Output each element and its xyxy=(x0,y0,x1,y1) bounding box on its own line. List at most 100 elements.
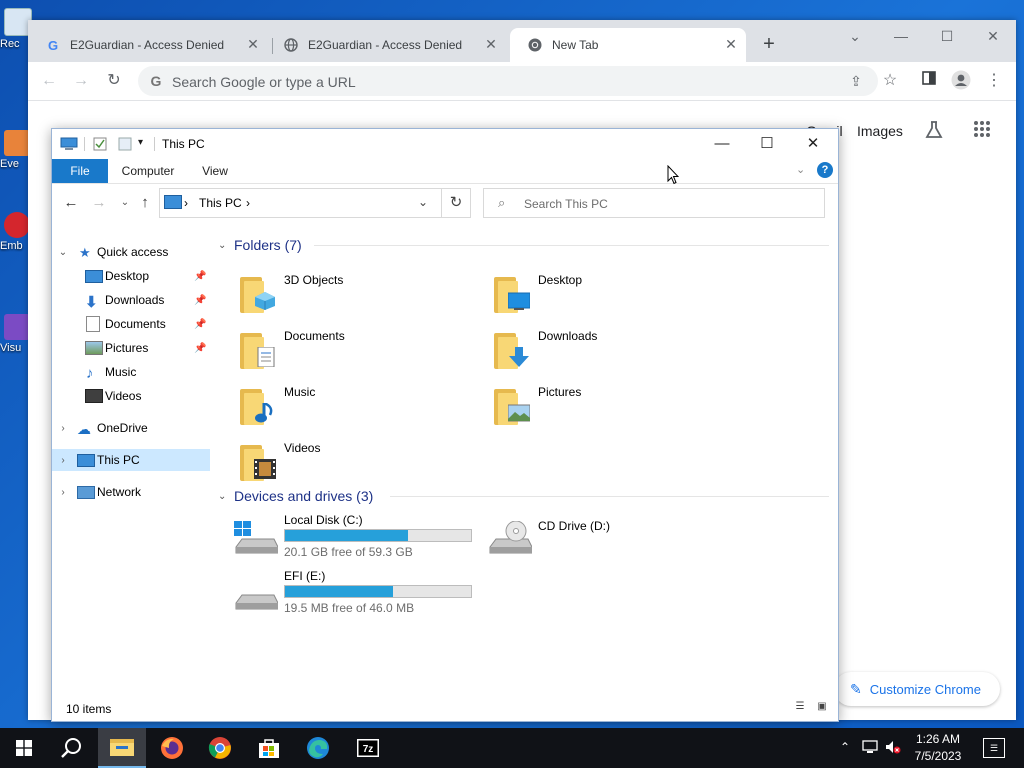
expand-chevron-icon[interactable]: › xyxy=(58,487,68,498)
chrome-tab-1[interactable]: G E2Guardian - Access Denied ✕ xyxy=(28,28,268,62)
apps-grid-icon[interactable] xyxy=(973,120,991,141)
explorer-close-icon[interactable]: ✕ xyxy=(798,133,828,155)
collapse-chevron-icon[interactable]: ⌄ xyxy=(218,491,226,502)
taskbar-firefox[interactable] xyxy=(148,728,196,768)
refresh-icon[interactable]: ↻ xyxy=(441,188,471,218)
pin-icon[interactable]: 📌 xyxy=(194,295,206,306)
taskbar-search-button[interactable] xyxy=(48,728,96,768)
show-hidden-icons-chevron-icon[interactable]: ⌃ xyxy=(840,740,850,754)
nav-item-music[interactable]: ♪ Music xyxy=(52,361,210,383)
nav-onedrive[interactable]: › ☁ OneDrive xyxy=(52,417,210,439)
up-arrow-icon[interactable]: ↑ xyxy=(136,194,154,212)
nav-item-pictures[interactable]: Pictures 📌 xyxy=(52,337,210,359)
taskbar-edge[interactable] xyxy=(294,728,342,768)
forward-arrow-icon[interactable]: → xyxy=(90,194,108,212)
bookmark-star-icon[interactable]: ☆ xyxy=(879,70,901,92)
folder-downloads[interactable]: Downloads xyxy=(492,325,742,375)
folders-group-header[interactable]: ⌄ Folders (7) xyxy=(214,235,829,255)
ribbon-tab-computer[interactable]: Computer xyxy=(112,159,184,183)
close-tab-icon[interactable]: ✕ xyxy=(246,37,260,51)
taskbar-store[interactable] xyxy=(245,728,293,768)
nav-network[interactable]: › Network xyxy=(52,481,210,503)
chrome-tab-2[interactable]: E2Guardian - Access Denied ✕ xyxy=(266,28,506,62)
tab-search-chevron-icon[interactable]: ⌄ xyxy=(844,26,866,46)
collapse-chevron-icon[interactable]: ⌄ xyxy=(58,247,68,258)
customize-chrome-button[interactable]: ✎ Customize Chrome xyxy=(834,672,1000,706)
reload-icon[interactable]: ↻ xyxy=(103,70,125,92)
ribbon-tab-view[interactable]: View xyxy=(192,159,238,183)
properties-icon[interactable] xyxy=(84,137,109,151)
images-link[interactable]: Images xyxy=(857,123,903,139)
new-tab-plus-icon[interactable]: + xyxy=(759,34,779,54)
nav-item-documents[interactable]: Documents 📌 xyxy=(52,313,210,335)
nav-this-pc[interactable]: › This PC xyxy=(52,449,210,471)
nav-item-desktop[interactable]: Desktop 📌 xyxy=(52,265,210,287)
expand-chevron-icon[interactable]: › xyxy=(58,423,68,434)
collapse-chevron-icon[interactable]: ⌄ xyxy=(218,240,226,251)
notifications-icon[interactable]: ☰ xyxy=(983,738,1005,758)
taskbar-clock[interactable]: 1:26 AM 7/5/2023 xyxy=(905,731,971,765)
desktop-icon-embarcadero[interactable]: Emb xyxy=(0,212,30,252)
explorer-search-input[interactable] xyxy=(522,194,816,214)
desktop-icon-visual-studio[interactable]: Visu xyxy=(0,314,30,354)
expand-chevron-icon[interactable]: › xyxy=(58,455,68,466)
visual-studio-icon xyxy=(4,314,30,340)
omnibox-input[interactable] xyxy=(170,71,824,93)
explorer-search-box[interactable]: ⌕ xyxy=(483,188,825,218)
pin-icon[interactable]: 📌 xyxy=(194,343,206,354)
folder-desktop[interactable]: Desktop xyxy=(492,269,742,319)
chrome-tab-3[interactable]: New Tab ✕ xyxy=(510,28,746,62)
recent-locations-chevron-icon[interactable]: ⌄ xyxy=(116,194,134,212)
chrome-menu-icon[interactable]: ⋮ xyxy=(983,70,1005,92)
breadcrumb-separator-icon[interactable]: › xyxy=(246,196,250,210)
network-tray-icon[interactable] xyxy=(862,740,878,757)
ribbon-tab-file[interactable]: File xyxy=(52,159,108,183)
forward-arrow-icon[interactable]: → xyxy=(70,70,92,92)
volume-muted-icon[interactable] xyxy=(885,740,901,757)
close-tab-icon[interactable]: ✕ xyxy=(724,37,738,51)
address-bar[interactable]: › This PC › ⌄ xyxy=(159,188,471,218)
back-arrow-icon[interactable]: ← xyxy=(62,194,80,212)
profile-avatar-icon[interactable] xyxy=(950,70,972,92)
taskbar-chrome[interactable] xyxy=(196,728,244,768)
new-folder-icon[interactable] xyxy=(118,137,134,151)
share-icon[interactable]: ⇪ xyxy=(845,70,867,92)
pin-icon[interactable]: 📌 xyxy=(194,271,206,282)
folder-music[interactable]: Music xyxy=(238,381,488,431)
help-icon[interactable]: ? xyxy=(817,162,833,178)
back-arrow-icon[interactable]: ← xyxy=(38,70,60,92)
folder-videos[interactable]: Videos xyxy=(238,437,488,487)
folder-documents[interactable]: Documents xyxy=(238,325,488,375)
quick-access-dropdown-icon[interactable]: ▾ xyxy=(138,137,154,151)
breadcrumb-this-pc[interactable]: This PC xyxy=(199,196,242,210)
pin-icon[interactable]: 📌 xyxy=(194,319,206,330)
drive-local-disk-c[interactable]: Local Disk (C:) 20.1 GB free of 59.3 GB xyxy=(234,513,484,563)
large-icons-view-icon[interactable]: ▣ xyxy=(814,701,830,715)
explorer-minimize-icon[interactable]: — xyxy=(707,133,737,155)
chrome-maximize-icon[interactable]: ☐ xyxy=(936,26,958,46)
nav-item-videos[interactable]: Videos xyxy=(52,385,210,407)
taskbar-7zip[interactable]: 7z xyxy=(344,728,392,768)
side-panel-icon[interactable] xyxy=(918,70,940,92)
close-tab-icon[interactable]: ✕ xyxy=(484,37,498,51)
desktop-icon-recycle-bin[interactable]: Rec xyxy=(0,8,32,50)
drive-cd-d[interactable]: CD Drive (D:) xyxy=(488,513,738,563)
breadcrumb-separator-icon[interactable]: › xyxy=(184,196,188,210)
folder-3d-objects[interactable]: 3D Objects xyxy=(238,269,488,319)
labs-flask-icon[interactable] xyxy=(924,120,944,143)
drive-efi-e[interactable]: EFI (E:) 19.5 MB free of 46.0 MB xyxy=(234,569,484,619)
folder-pictures[interactable]: Pictures xyxy=(492,381,742,431)
details-view-icon[interactable]: ☰ xyxy=(792,701,808,715)
chrome-close-icon[interactable]: ✕ xyxy=(982,26,1004,46)
expand-ribbon-chevron-icon[interactable]: ⌄ xyxy=(796,163,805,176)
explorer-maximize-icon[interactable]: ☐ xyxy=(752,133,782,155)
address-dropdown-chevron-icon[interactable]: ⌄ xyxy=(418,195,428,209)
nav-item-downloads[interactable]: ⬇ Downloads 📌 xyxy=(52,289,210,311)
taskbar-file-explorer[interactable] xyxy=(98,728,146,768)
start-button[interactable] xyxy=(0,728,48,768)
nav-quick-access[interactable]: ⌄ ★ Quick access xyxy=(52,241,210,263)
drives-group-header[interactable]: ⌄ Devices and drives (3) xyxy=(214,486,829,506)
desktop-icon-everything[interactable]: Eve xyxy=(0,130,30,170)
omnibox[interactable]: G ⇪ xyxy=(138,66,878,96)
chrome-minimize-icon[interactable]: — xyxy=(890,26,912,46)
